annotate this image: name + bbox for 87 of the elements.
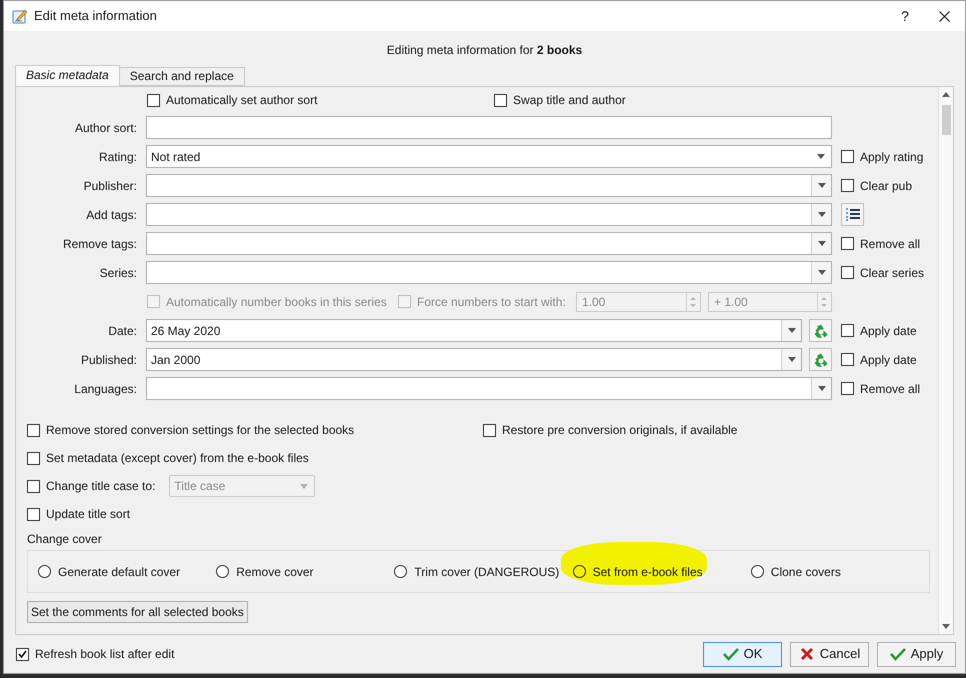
scrollbar[interactable] (938, 87, 953, 634)
window-title: Edit meta information (34, 7, 157, 26)
checkbox-label[interactable]: Update title sort (46, 505, 130, 523)
edit-icon (12, 8, 28, 24)
checkbox[interactable] (483, 424, 496, 436)
tab[interactable]: Search and replace (118, 67, 245, 86)
checkbox-label[interactable]: Swap title and author (513, 91, 626, 109)
field-label: Date: (108, 324, 137, 338)
check-icon (890, 647, 906, 662)
dropdown[interactable]: Not rated (146, 145, 832, 168)
radio-label[interactable]: Trim cover (DANGEROUS) (414, 562, 560, 580)
reset-date-button[interactable] (809, 348, 832, 371)
field-label: Remove tags: (62, 236, 137, 250)
checkbox[interactable] (841, 353, 854, 366)
checkbox-label[interactable]: Remove all (860, 234, 920, 252)
field-label: Author sort: (74, 120, 137, 134)
check-icon (722, 647, 739, 662)
checkbox[interactable] (841, 150, 854, 163)
tab[interactable]: Basic metadata (15, 65, 120, 86)
radio-label[interactable]: Remove cover (236, 562, 314, 580)
field-label: Languages: (74, 382, 137, 396)
checkbox[interactable] (841, 179, 854, 192)
checkbox[interactable] (841, 324, 854, 337)
checkbox-label[interactable]: Set metadata (except cover) from the e-book files (46, 449, 309, 467)
checkbox[interactable] (27, 508, 40, 520)
recycle-icon (812, 322, 828, 338)
down-arrow-icon (942, 624, 950, 630)
caret-icon (788, 357, 796, 362)
checkbox-label[interactable]: Apply date (860, 322, 917, 340)
group-label: Change cover (27, 531, 103, 548)
caret-icon (788, 328, 796, 333)
radio-button[interactable] (394, 565, 408, 578)
ok-button[interactable]: OK (703, 642, 782, 667)
check-icon (18, 650, 27, 658)
checkbox-label[interactable]: Refresh book list after edit (35, 645, 174, 664)
caret-icon (818, 241, 826, 246)
close-icon (938, 10, 950, 22)
caret-icon (817, 154, 825, 159)
comments-button[interactable]: Set the comments for all selected books (27, 601, 248, 623)
checkbox-label[interactable]: Restore pre conversion originals, if available (502, 421, 738, 439)
radio-button[interactable] (38, 565, 51, 578)
checkbox-label[interactable]: Apply date (860, 350, 917, 368)
recycle-icon (812, 352, 828, 368)
caret-icon (300, 484, 308, 488)
radio-label[interactable]: Clone covers (770, 562, 841, 580)
checkbox-label[interactable]: Automatically set author sort (166, 91, 318, 109)
field-label: Rating: (98, 150, 137, 164)
scrollbar-thumb[interactable] (942, 105, 950, 135)
checkbox-label[interactable]: Apply rating (860, 148, 924, 166)
up-arrow-icon (942, 92, 950, 97)
field-label: Add tags: (86, 208, 137, 222)
checkbox[interactable] (494, 94, 507, 106)
dropdown: Title case (169, 475, 316, 497)
field-label: Publisher: (84, 178, 137, 192)
radio-label[interactable]: Generate default cover (58, 562, 180, 580)
numbered-list-icon (844, 208, 860, 222)
checkbox[interactable] (841, 382, 854, 395)
tag-list-button[interactable] (841, 203, 864, 226)
checkbox[interactable] (27, 452, 40, 464)
checkbox-label[interactable]: Clear pub (860, 176, 912, 194)
field-label: Series: (100, 266, 137, 280)
text-field[interactable] (146, 116, 832, 139)
date-field[interactable]: 26 May 2020 (146, 319, 802, 342)
checkbox[interactable] (16, 648, 29, 661)
help-button[interactable]: ? (895, 6, 915, 26)
checkbox[interactable] (147, 94, 160, 106)
checkbox[interactable] (841, 266, 854, 279)
cross-icon (798, 647, 815, 662)
checkbox-label[interactable]: Clear series (860, 264, 924, 282)
radio-button[interactable] (750, 565, 764, 578)
caret-icon (818, 183, 826, 188)
checkbox-label[interactable]: Remove all (860, 380, 920, 398)
checkbox[interactable] (841, 237, 854, 250)
apply-button[interactable]: Apply (877, 642, 956, 667)
caret-icon (818, 270, 826, 275)
field-label: Published: (80, 352, 137, 366)
radio-button[interactable] (216, 565, 230, 578)
radio-label[interactable]: Set from e-book files (592, 562, 703, 580)
dialog-heading: Editing meta information for 2 books (386, 42, 584, 57)
caret-icon (818, 386, 826, 391)
checkbox-label[interactable]: Remove stored conversion settings for the selected books (46, 421, 354, 439)
close-button[interactable] (937, 9, 951, 23)
cancel-button[interactable]: Cancel (790, 642, 869, 667)
caret-icon (818, 212, 826, 217)
reset-date-button[interactable] (809, 319, 832, 342)
checkbox[interactable] (27, 424, 40, 436)
date-field[interactable]: Jan 2000 (146, 348, 802, 371)
